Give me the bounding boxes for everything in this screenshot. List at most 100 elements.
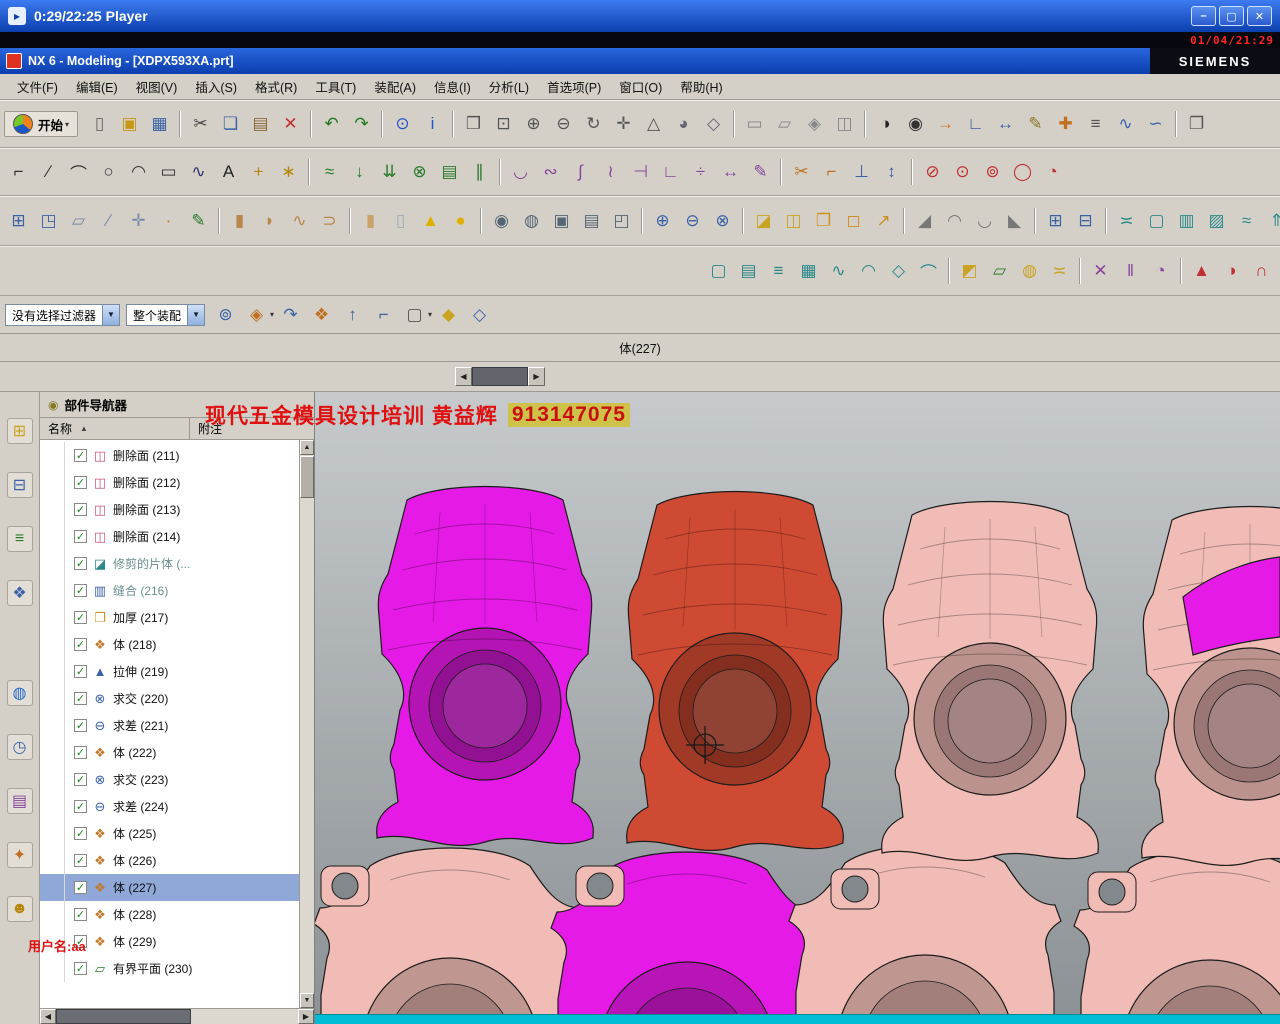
feature-checkbox[interactable]: ✓ — [74, 638, 87, 651]
arc-icon[interactable]: ⌒ — [64, 158, 93, 187]
circle-diameter-icon[interactable]: ⊘ — [918, 158, 947, 187]
make-corner-icon[interactable]: ⌐ — [817, 158, 846, 187]
select-top-icon[interactable]: ↑ — [338, 300, 367, 329]
feature-row[interactable]: ✓ ⊖ 求差 (221) — [40, 712, 299, 739]
bolt-hole-3[interactable] — [830, 868, 880, 910]
find-component-icon[interactable]: ⊚ — [211, 300, 240, 329]
copy-icon[interactable]: ❏ — [216, 110, 245, 139]
assembly-constraints-icon[interactable]: ∟ — [961, 110, 990, 139]
isometric-view-icon[interactable]: ◈ — [800, 110, 829, 139]
extract-geometry-icon[interactable]: ▢ — [1142, 207, 1171, 236]
concentric-circle-icon[interactable]: ⊚ — [978, 158, 1007, 187]
zoom-out-icon[interactable]: ⊖ — [549, 110, 578, 139]
graphics-horizontal-scrollbar[interactable]: ◀ ▶ — [455, 367, 545, 386]
arc-center-icon[interactable]: ◔ — [1038, 158, 1067, 187]
wave-link-icon[interactable]: ≈ — [1232, 207, 1261, 236]
display-window-icon[interactable]: ❒ — [459, 110, 488, 139]
feature-row[interactable]: ✓ ◫ 删除面 (211) — [40, 442, 299, 469]
feature-checkbox[interactable]: ✓ — [74, 584, 87, 597]
feature-checkbox[interactable]: ✓ — [74, 449, 87, 462]
scale-body-icon[interactable]: ↗ — [869, 207, 898, 236]
scroll-up-icon[interactable]: ▲ — [300, 440, 314, 455]
section-surface-icon[interactable]: ◠ — [854, 257, 883, 286]
front-view-icon[interactable]: ▭ — [740, 110, 769, 139]
menu-item-tools[interactable]: 工具(T) — [306, 74, 365, 99]
hole-icon[interactable]: ◉ — [487, 207, 516, 236]
model-part-magenta[interactable] — [376, 485, 594, 847]
maximize-button[interactable]: ▢ — [1219, 6, 1244, 26]
scrollbar-thumb[interactable] — [56, 1009, 191, 1024]
trim-curve-icon[interactable]: ⊣ — [626, 158, 655, 187]
draft-icon[interactable]: ◢ — [910, 207, 939, 236]
feature-row[interactable]: ✓ ❖ 体 (226) — [40, 847, 299, 874]
sweep-along-guide-icon[interactable]: ∿ — [285, 207, 314, 236]
perspective-view-icon[interactable]: △ — [639, 110, 668, 139]
column-header-name[interactable]: 名称 ▲ — [40, 418, 190, 439]
minimize-button[interactable]: – — [1191, 6, 1216, 26]
extrude-icon[interactable]: ▮ — [225, 207, 254, 236]
bolt-hole-2[interactable] — [575, 865, 625, 907]
smooth-spline-icon[interactable]: ≀ — [596, 158, 625, 187]
scroll-right-icon[interactable]: ▶ — [528, 367, 545, 386]
offset-curve-icon[interactable]: ≈ — [315, 158, 344, 187]
profile-icon[interactable]: ⌐ — [4, 158, 33, 187]
model-part-selected[interactable] — [626, 490, 844, 852]
reuse-library-icon[interactable]: ❖ — [6, 580, 33, 606]
n-sided-surface-icon[interactable]: ◇ — [884, 257, 913, 286]
sphere-icon[interactable]: ● — [446, 207, 475, 236]
fillet-icon[interactable]: ◠ — [124, 158, 153, 187]
feature-row[interactable]: ✓ ▲ 拉伸 (219) — [40, 658, 299, 685]
sketch-icon[interactable]: ✎ — [184, 207, 213, 236]
combined-projection-icon[interactable]: ⇊ — [375, 158, 404, 187]
move-component-icon[interactable]: → — [931, 110, 960, 139]
feature-row[interactable]: ✓ ❖ 体 (227) — [40, 874, 299, 901]
rectangle-select-icon[interactable]: ▢ — [400, 300, 429, 329]
new-part-icon[interactable]: ▯ — [85, 110, 114, 139]
menu-item-edit[interactable]: 编辑(E) — [67, 74, 127, 99]
wireframe-view-icon[interactable]: ◇ — [699, 110, 728, 139]
selection-scope-dropdown[interactable]: 整个装配 ▼ — [126, 303, 206, 326]
scrollbar-thumb[interactable] — [300, 456, 314, 498]
geometric-constraints-icon[interactable]: ⊥ — [847, 158, 876, 187]
i-form-icon[interactable]: ‖ — [1116, 257, 1145, 286]
revolve-icon[interactable]: ◗ — [255, 207, 284, 236]
chevron-down-icon[interactable]: ▾ — [270, 310, 274, 319]
feature-checkbox[interactable]: ✓ — [74, 962, 87, 975]
curvature-analysis-icon[interactable]: ∩ — [1247, 257, 1276, 286]
wireframe-body-select-icon[interactable]: ◇ — [465, 300, 494, 329]
bolt-hole-1[interactable] — [320, 865, 370, 907]
scroll-left-icon[interactable]: ◀ — [40, 1009, 56, 1024]
feature-row[interactable]: ✓ ◫ 删除面 (212) — [40, 469, 299, 496]
point-icon[interactable]: + — [244, 158, 273, 187]
trim-body-icon[interactable]: ◪ — [749, 207, 778, 236]
full-circle-icon[interactable]: ◯ — [1008, 158, 1037, 187]
datum-axis-icon[interactable]: ∕ — [94, 207, 123, 236]
chevron-down-icon[interactable]: ▾ — [428, 310, 432, 319]
feature-checkbox[interactable]: ✓ — [74, 611, 87, 624]
circle-icon[interactable]: ○ — [94, 158, 123, 187]
feature-checkbox[interactable]: ✓ — [74, 881, 87, 894]
start-button[interactable]: 开始 ▾ — [4, 111, 79, 137]
feature-checkbox[interactable]: ✓ — [74, 854, 87, 867]
window-cascade-icon[interactable]: ❐ — [1182, 110, 1211, 139]
subtract-icon[interactable]: ⊖ — [678, 207, 707, 236]
boss-icon[interactable]: ◍ — [517, 207, 546, 236]
chamfer-icon[interactable]: ◣ — [1000, 207, 1029, 236]
trim-corner-icon[interactable]: ∟ — [656, 158, 685, 187]
feature-row[interactable]: ✓ ⊖ 求差 (224) — [40, 793, 299, 820]
point-feature-icon[interactable]: ∙ — [154, 207, 183, 236]
reflection-analysis-icon[interactable]: ◑ — [1217, 257, 1246, 286]
feature-row[interactable]: ✓ ❐ 加厚 (217) — [40, 604, 299, 631]
undo-icon[interactable]: ↶ — [317, 110, 346, 139]
shaded-view-icon[interactable]: ◕ — [669, 110, 698, 139]
bridge-curve-icon[interactable]: ◡ — [506, 158, 535, 187]
feature-checkbox[interactable]: ✓ — [74, 773, 87, 786]
selection-filter-dropdown[interactable]: 没有选择过滤器 ▼ — [5, 303, 121, 326]
point-set-icon[interactable]: ∗ — [274, 158, 303, 187]
tube-icon[interactable]: ⊃ — [315, 207, 344, 236]
fit-view-icon[interactable]: ⊡ — [489, 110, 518, 139]
command-finder-icon[interactable]: ⊙ — [388, 110, 417, 139]
feature-checkbox[interactable]: ✓ — [74, 692, 87, 705]
feature-row[interactable]: ✓ ❖ 体 (228) — [40, 901, 299, 928]
studio-spline-icon[interactable]: ∿ — [184, 158, 213, 187]
